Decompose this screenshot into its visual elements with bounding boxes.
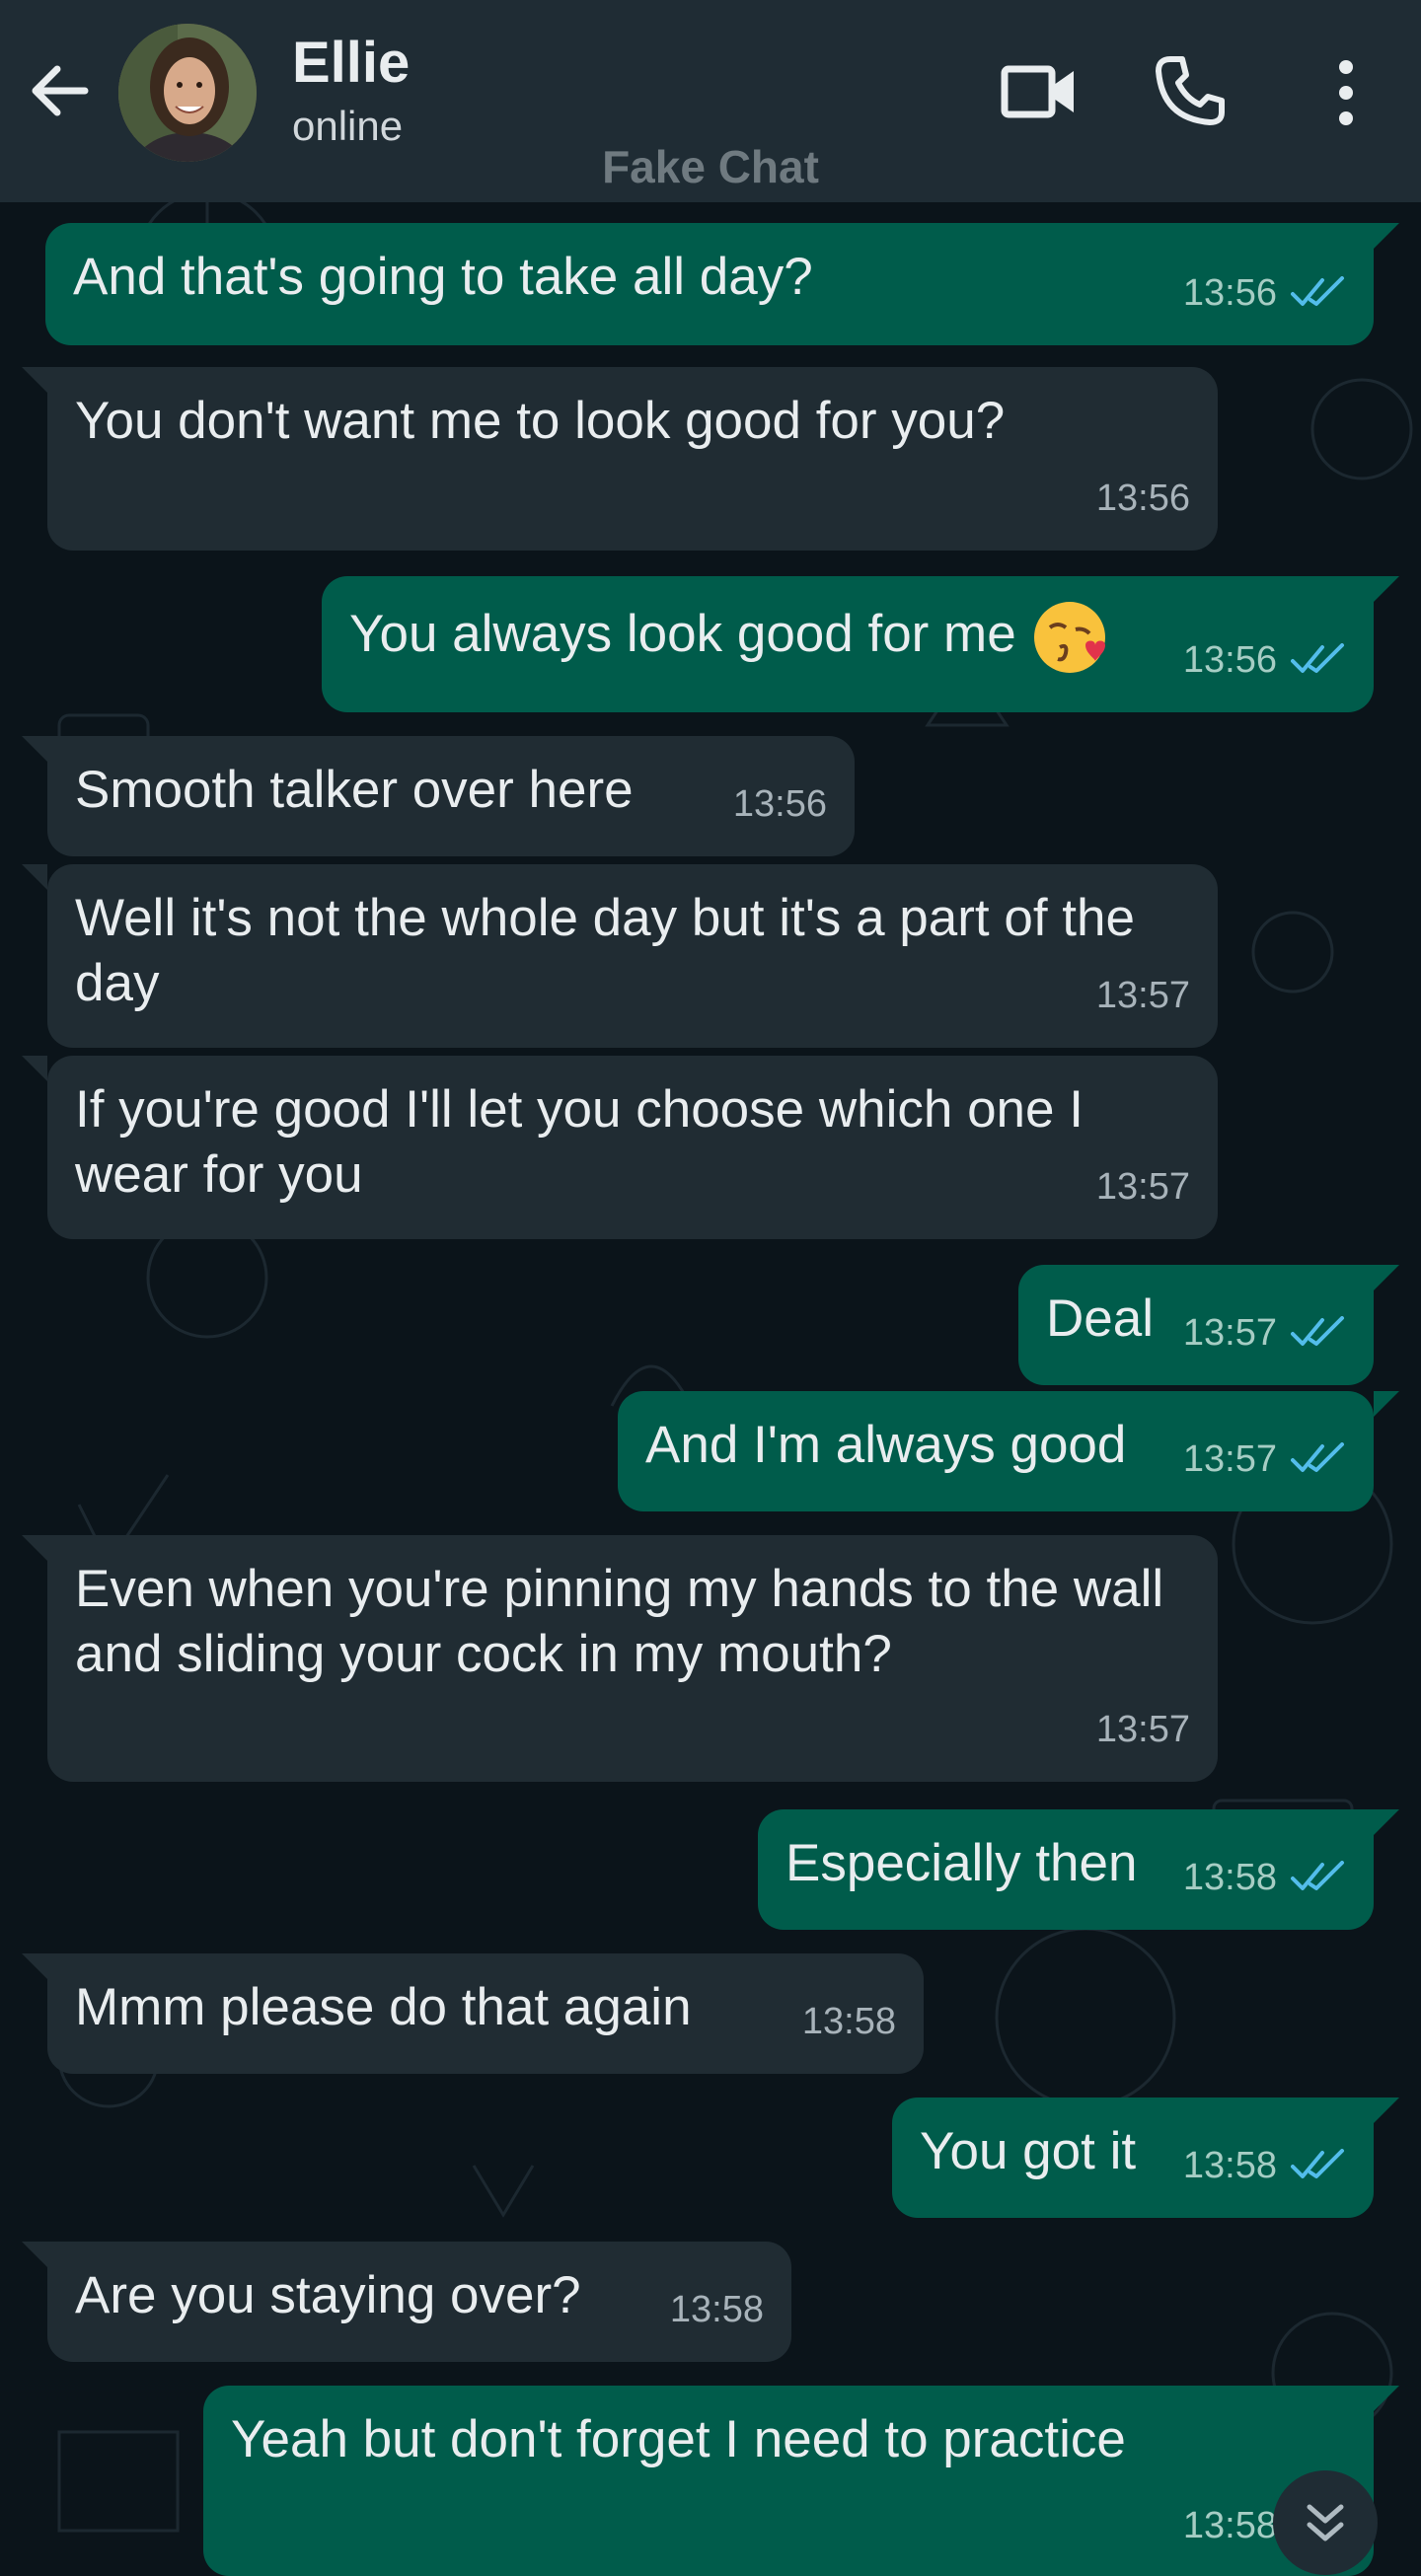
message-bubble-incoming[interactable]: Are you staying over? 13:58 [22, 2242, 791, 2362]
message-bubble-outgoing[interactable]: Yeah but don't forget I need to practice… [203, 2386, 1399, 2576]
double-check-read-icon [1291, 1861, 1344, 1890]
message-time: 13:58 [1182, 1857, 1277, 1898]
double-chevron-down-icon [1307, 2504, 1344, 2541]
message-bubble-outgoing[interactable]: Especially then 13:58 [758, 1809, 1399, 1930]
message-meta: 13:56 [1183, 627, 1346, 693]
message-meta: 13:57 [1096, 963, 1190, 1028]
message-meta: 13:56 [1183, 260, 1346, 326]
message-bubble-incoming[interactable]: Well it's not the whole day but it's a p… [22, 864, 1218, 1048]
message-time: 13:57 [1095, 1166, 1190, 1208]
chat-wallpaper-doodles [57, 202, 1413, 2533]
message-text: You always look good for me [349, 605, 1016, 663]
message-text: Mmm please do that again [75, 1978, 692, 2036]
message-text: Are you staying over? [75, 2266, 581, 2324]
message-meta: 13:58 [670, 2277, 764, 2342]
message-text: And that's going to take all day? [73, 248, 813, 306]
message-time: 13:56 [1095, 478, 1190, 519]
message-time: 13:57 [1095, 1709, 1190, 1750]
message-bubble-outgoing[interactable]: You got it 13:58 [892, 2098, 1399, 2218]
message-meta: 13:57 [1096, 1697, 1190, 1762]
message-text: If you're good I'll let you choose which… [75, 1080, 1098, 1204]
message-text: Even when you're pinning my hands to the… [75, 1560, 1178, 1683]
fake-chat-watermark: Fake Chat [602, 141, 819, 192]
message-text: You don't want me to look good for you? [75, 392, 1006, 450]
message-meta: 13:58 [1183, 1845, 1346, 1910]
message-meta: 13:58 [1183, 2133, 1346, 2198]
back-arrow-icon[interactable] [28, 59, 91, 122]
message-time: 13:58 [1182, 2505, 1277, 2546]
message-bubble-outgoing[interactable]: And that's going to take all day? 13:56 [45, 223, 1399, 345]
message-meta: 13:57 [1096, 1154, 1190, 1219]
double-check-read-icon [1291, 276, 1344, 306]
message-bubble-outgoing[interactable]: Deal 13:57 [1018, 1265, 1399, 1385]
message-text: Smooth talker over here [75, 761, 634, 819]
double-check-read-icon [1291, 2149, 1344, 2178]
message-bubble-incoming[interactable]: Smooth talker over here 13:56 [22, 736, 855, 856]
message-bubble-incoming[interactable]: You don't want me to look good for you? … [22, 367, 1218, 551]
message-time: 13:56 [732, 783, 827, 825]
message-bubble-outgoing[interactable]: And I'm always good 13:57 [618, 1391, 1399, 1511]
message-text: And I'm always good [645, 1416, 1127, 1474]
message-time: 13:57 [1182, 1438, 1277, 1480]
double-check-read-icon [1291, 1316, 1344, 1346]
message-meta: 13:56 [733, 772, 827, 837]
message-text: You got it [920, 2122, 1137, 2180]
message-meta: 13:57 [1183, 1427, 1346, 1492]
double-check-read-icon [1291, 1442, 1344, 1472]
message-time: 13:57 [1095, 975, 1190, 1016]
message-meta: 13:58 [802, 1989, 896, 2054]
phone-icon[interactable] [1153, 53, 1228, 128]
message-bubble-outgoing[interactable]: You always look good for me 13:56 [322, 576, 1399, 712]
message-text: Deal [1046, 1289, 1155, 1348]
message-text: Yeah but don't forget I need to practice [231, 2410, 1126, 2468]
video-call-icon[interactable] [999, 57, 1078, 126]
kissing-face-with-heart-emoji [1033, 602, 1105, 673]
message-bubble-incoming[interactable]: If you're good I'll let you choose which… [22, 1056, 1218, 1239]
scroll-to-bottom-button[interactable] [1273, 2470, 1378, 2575]
message-time: 13:58 [1182, 2145, 1277, 2186]
message-bubble-incoming[interactable]: Even when you're pinning my hands to the… [22, 1535, 1218, 1782]
message-time: 13:57 [1182, 1312, 1277, 1354]
message-meta: 13:56 [1096, 466, 1190, 531]
message-meta: 13:57 [1183, 1300, 1346, 1365]
message-time: 13:58 [669, 2289, 764, 2330]
message-bubble-incoming[interactable]: Mmm please do that again 13:58 [22, 1953, 924, 2074]
message-text: Well it's not the whole day but it's a p… [75, 889, 1150, 1012]
message-time: 13:56 [1182, 639, 1277, 681]
double-check-read-icon [1291, 643, 1344, 673]
contact-name[interactable]: Ellie [292, 30, 410, 96]
message-text: Especially then [785, 1834, 1138, 1892]
message-time: 13:58 [801, 2001, 896, 2042]
message-time: 13:56 [1182, 272, 1277, 314]
more-options-icon[interactable] [1322, 57, 1370, 128]
